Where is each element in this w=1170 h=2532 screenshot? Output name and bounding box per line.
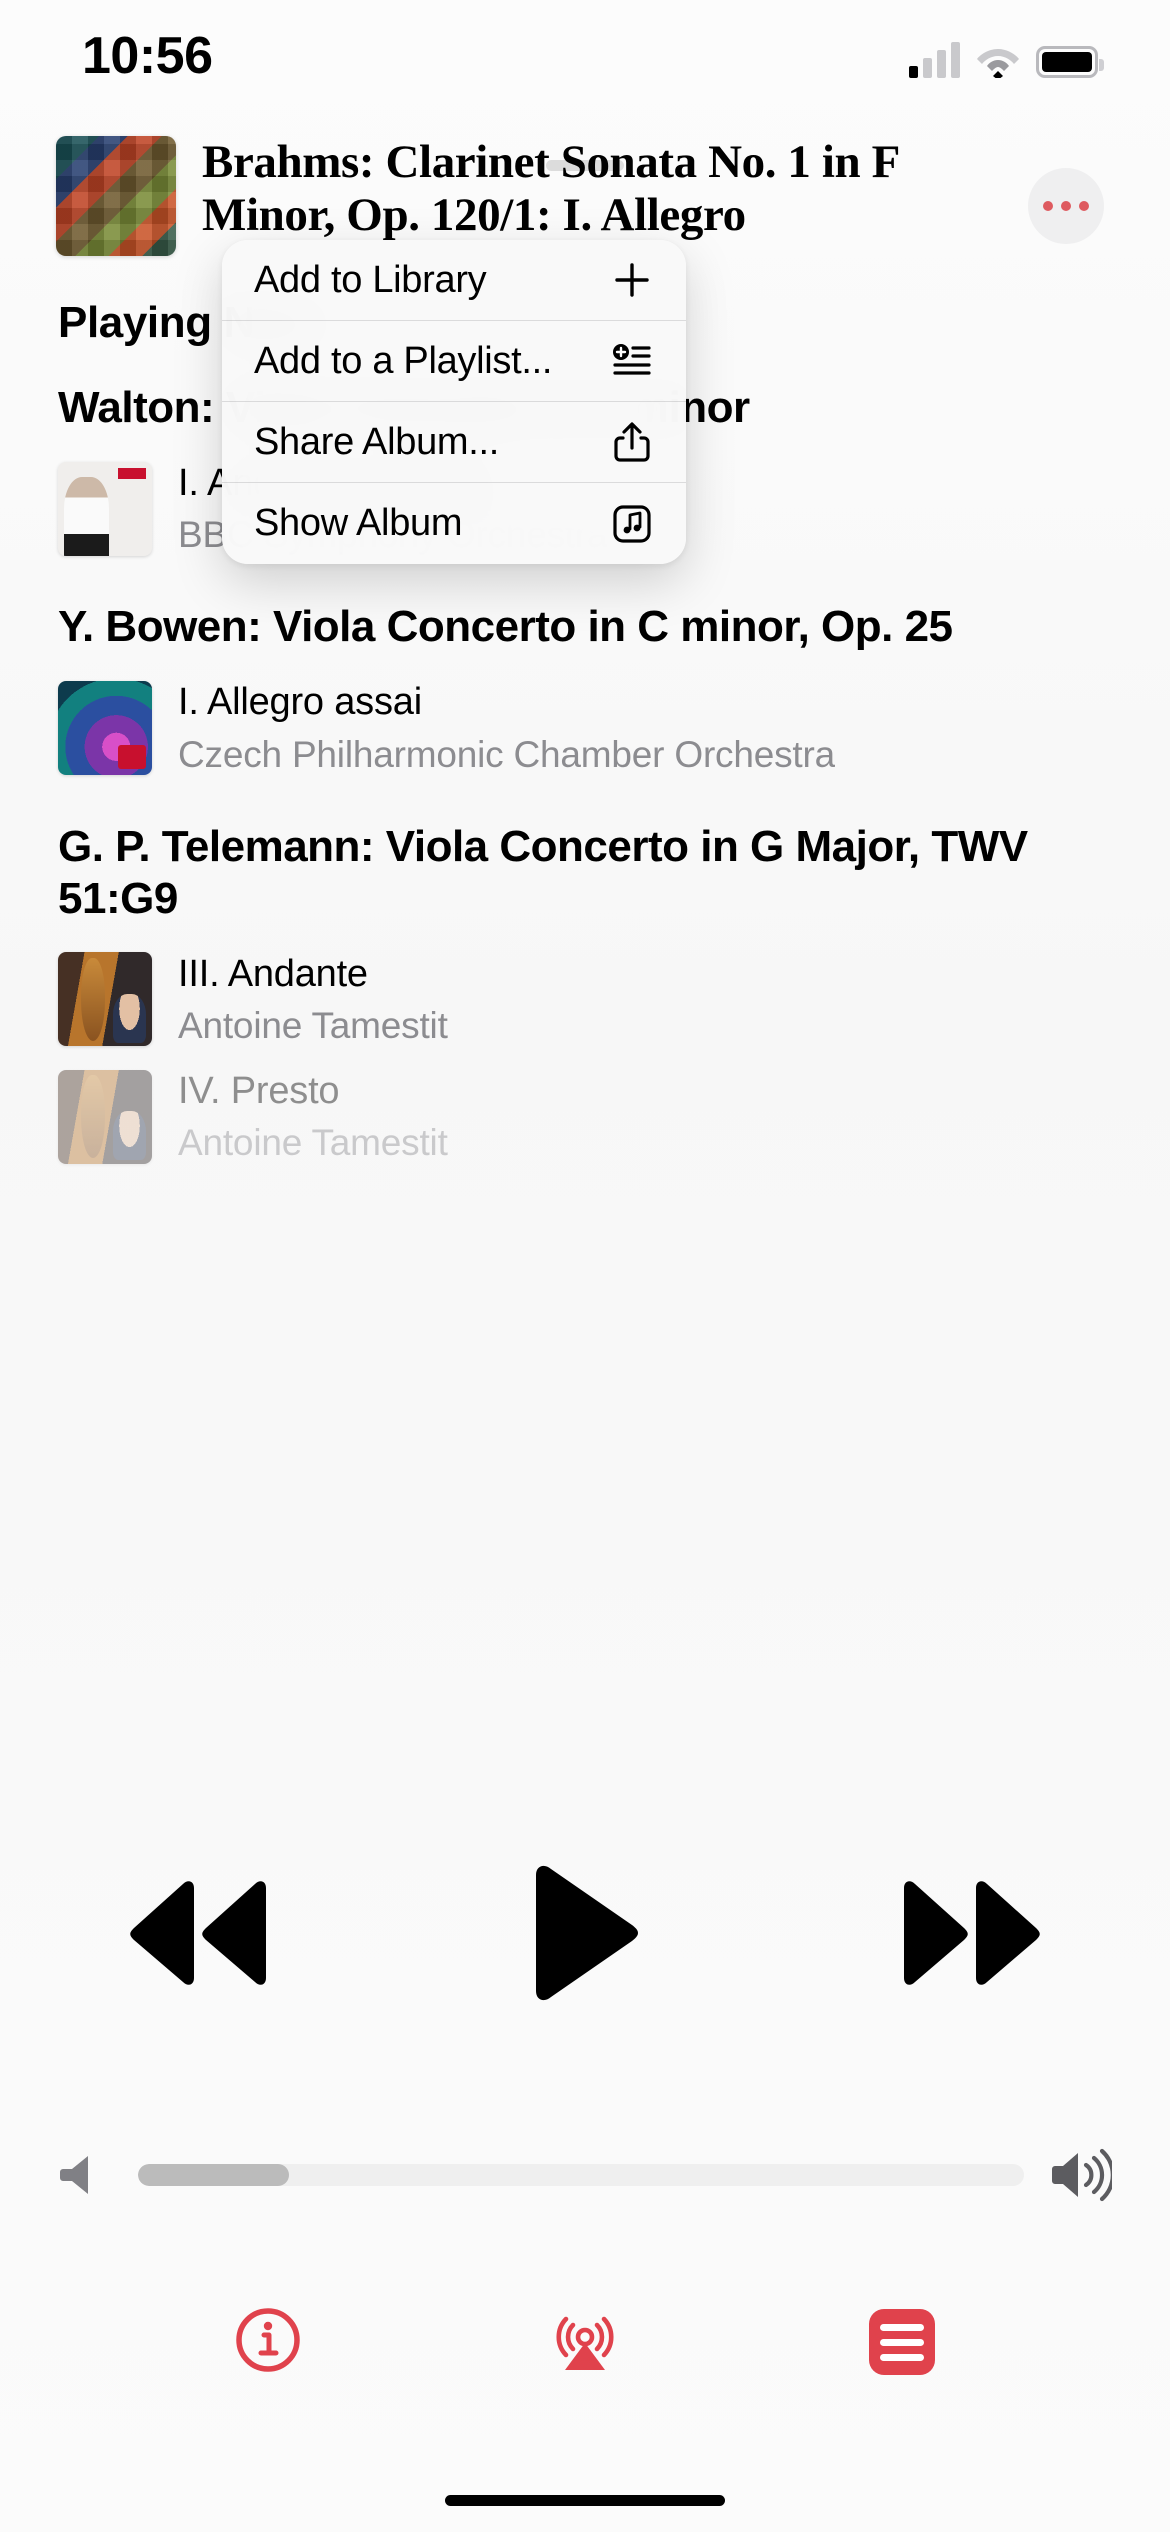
next-track-button[interactable] <box>892 1878 1052 1993</box>
menu-item-label: Add to a Playlist... <box>254 339 553 382</box>
status-bar-time: 10:56 <box>82 27 213 85</box>
wifi-icon <box>976 44 1020 80</box>
now-playing-artwork[interactable] <box>56 136 176 256</box>
menu-item-add-to-library[interactable]: Add to Library <box>222 240 686 321</box>
track-name: IV. Presto <box>178 1070 340 1113</box>
speaker-low-icon <box>58 2150 112 2200</box>
track-row[interactable]: III. Andante Antoine Tamestit <box>0 941 1170 1058</box>
fast-forward-icon <box>892 1878 1052 1993</box>
previous-track-button[interactable] <box>118 1878 278 1993</box>
volume-slider-fill <box>138 2164 289 2186</box>
track-artwork <box>58 952 152 1047</box>
music-note-square-icon <box>610 502 654 546</box>
add-to-playlist-icon <box>610 339 654 383</box>
now-playing-title: Brahms: Clarinet Sonata No. 1 in F Minor… <box>202 136 899 248</box>
speaker-high-icon <box>1050 2147 1115 2203</box>
now-playing-screen: 10:56 Brahms: Clarinet Sonata No. 1 in F… <box>0 0 1170 2532</box>
menu-item-label: Add to Library <box>254 258 487 301</box>
bottom-toolbar <box>0 2282 1170 2402</box>
cellular-bars-icon <box>909 42 960 78</box>
status-bar: 10:56 <box>0 0 1170 120</box>
ellipsis-icon <box>1079 201 1089 211</box>
battery-full-icon <box>1036 46 1104 78</box>
plus-icon <box>610 258 654 302</box>
queue-list-icon <box>868 2309 935 2375</box>
queue-group: G. P. Telemann: Viola Concerto in G Majo… <box>0 821 1170 1176</box>
track-name: I. Allegro assai <box>178 681 422 724</box>
queue-button[interactable] <box>847 2294 957 2390</box>
menu-item-add-to-playlist[interactable]: Add to a Playlist... <box>222 321 686 402</box>
play-icon <box>528 1863 643 2008</box>
more-options-button[interactable] <box>1028 168 1104 244</box>
group-title: Y. Bowen: Viola Concerto in C minor, Op.… <box>58 602 953 652</box>
info-button[interactable] <box>213 2294 323 2390</box>
track-artist: Antoine Tamestit <box>178 1004 448 1046</box>
track-artwork <box>58 681 152 776</box>
volume-control <box>58 2140 1115 2210</box>
menu-item-label: Share Album... <box>254 420 500 463</box>
context-menu: Add to Library Add to a Playlist... Shar… <box>222 240 686 564</box>
track-artwork <box>58 1069 152 1164</box>
ellipsis-icon <box>1043 201 1053 211</box>
info-circle-icon <box>234 2306 302 2379</box>
menu-item-show-album[interactable]: Show Album <box>222 483 686 564</box>
volume-slider[interactable] <box>138 2164 1024 2186</box>
airplay-button[interactable] <box>530 2294 640 2390</box>
track-row[interactable]: IV. Presto Antoine Tamestit <box>0 1058 1170 1175</box>
menu-item-label: Show Album <box>254 502 463 544</box>
menu-item-share-album[interactable]: Share Album... <box>222 402 686 483</box>
transport-controls <box>0 1845 1170 2025</box>
play-button[interactable] <box>528 1863 643 2008</box>
group-title: G. P. Telemann: Viola Concerto in G Majo… <box>58 821 1028 923</box>
status-bar-indicators <box>909 30 1104 80</box>
queue-group: Y. Bowen: Viola Concerto in C minor, Op.… <box>0 601 1170 786</box>
ellipsis-icon <box>1061 201 1071 211</box>
share-icon <box>610 420 654 464</box>
rewind-icon <box>118 1878 278 1993</box>
track-artist: Czech Philharmonic Chamber Orchestra <box>178 733 835 775</box>
home-indicator <box>445 2495 725 2506</box>
airplay-icon <box>548 2304 622 2381</box>
track-artist: Antoine Tamestit <box>178 1122 448 1164</box>
track-name: III. Andante <box>178 952 368 995</box>
track-row[interactable]: I. Allegro assai Czech Philharmonic Cham… <box>0 669 1170 786</box>
track-artwork <box>58 461 152 556</box>
